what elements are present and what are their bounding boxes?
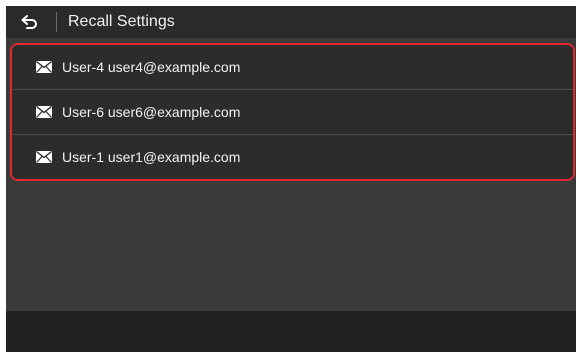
- list-item-label: User-4 user4@example.com: [62, 59, 241, 75]
- list-item-label: User-6 user6@example.com: [62, 104, 241, 120]
- list-item[interactable]: User-1 user1@example.com: [12, 135, 573, 179]
- footer-bar: [6, 311, 576, 352]
- mail-icon: [36, 106, 52, 118]
- page-title: Recall Settings: [68, 13, 175, 30]
- list-item[interactable]: User-4 user4@example.com: [12, 45, 573, 89]
- back-arrow-icon: [21, 15, 37, 29]
- recall-list: User-4 user4@example.com User-6 user6@ex…: [10, 43, 575, 181]
- recall-settings-screen: Recall Settings User-4 user4@example.com…: [6, 6, 576, 352]
- mail-icon: [36, 61, 52, 73]
- header-bar: Recall Settings: [6, 6, 576, 38]
- list-item[interactable]: User-6 user6@example.com: [12, 90, 573, 134]
- mail-icon: [36, 151, 52, 163]
- header-divider: [56, 12, 57, 32]
- back-button[interactable]: [6, 6, 54, 38]
- list-item-label: User-1 user1@example.com: [62, 149, 241, 165]
